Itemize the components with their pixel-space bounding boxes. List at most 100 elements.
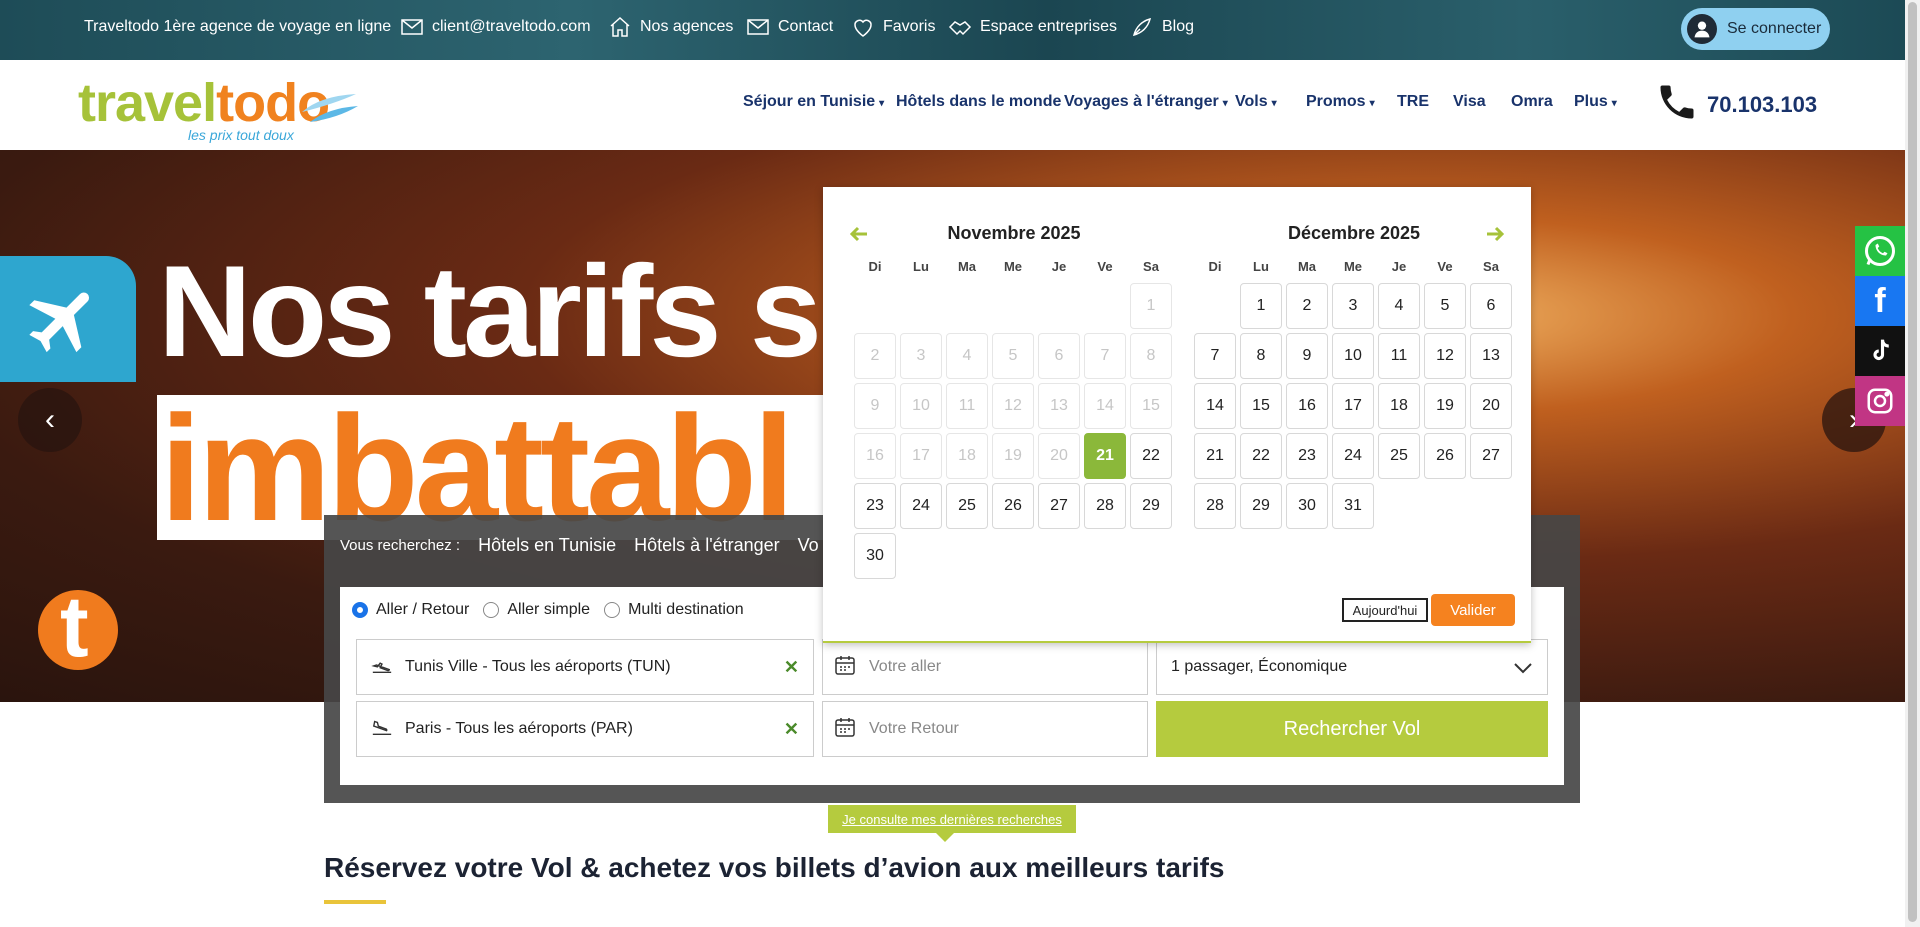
- today-button[interactable]: Aujourd'hui: [1342, 598, 1428, 622]
- calendar-day[interactable]: 24: [1332, 433, 1374, 479]
- chevron-down-icon: [1511, 656, 1535, 685]
- calendar-day[interactable]: 27: [1038, 483, 1080, 529]
- facebook-button[interactable]: f: [1855, 276, 1905, 326]
- calendar-day[interactable]: 24: [900, 483, 942, 529]
- hero-headline-1: Nos tarifs s: [158, 238, 822, 384]
- calendar-day[interactable]: 11: [1378, 333, 1420, 379]
- calendar-day[interactable]: 4: [1378, 283, 1420, 329]
- favorites-link[interactable]: Favoris: [851, 0, 935, 54]
- destination-field[interactable]: Paris - Tous les aéroports (PAR) ✕: [356, 701, 814, 757]
- calendar-day[interactable]: 8: [1240, 333, 1282, 379]
- calendar-day[interactable]: 29: [1240, 483, 1282, 529]
- calendar-day[interactable]: 21: [1084, 433, 1126, 479]
- whatsapp-button[interactable]: [1855, 226, 1905, 276]
- tab-hotels-etranger[interactable]: Hôtels à l'étranger: [634, 535, 780, 556]
- calendar-day[interactable]: 23: [854, 483, 896, 529]
- calendar-day[interactable]: 19: [1424, 383, 1466, 429]
- calendar-day: 14: [1084, 383, 1126, 429]
- calendar-day[interactable]: 5: [1424, 283, 1466, 329]
- search-submit-button[interactable]: Rechercher Vol: [1156, 701, 1548, 757]
- nav-visa[interactable]: Visa: [1453, 93, 1490, 111]
- calendar-day[interactable]: 25: [1378, 433, 1420, 479]
- calendar-day: 20: [1038, 433, 1080, 479]
- login-label: Se connecter: [1727, 20, 1822, 37]
- nav-vols[interactable]: Vols ▾: [1235, 93, 1277, 111]
- calendar-day[interactable]: 29: [1130, 483, 1172, 529]
- carousel-prev-button[interactable]: ‹: [18, 388, 82, 452]
- tiktok-button[interactable]: [1855, 326, 1905, 376]
- calendar-day[interactable]: 26: [992, 483, 1034, 529]
- calendar-day[interactable]: 21: [1194, 433, 1236, 479]
- nav-omra[interactable]: Omra: [1511, 93, 1557, 111]
- calendar-day[interactable]: 23: [1286, 433, 1328, 479]
- nav-tre[interactable]: TRE: [1397, 93, 1433, 111]
- agencies-link[interactable]: Nos agences: [608, 0, 733, 54]
- calendar-day: 1: [1130, 283, 1172, 329]
- calendar-day[interactable]: 25: [946, 483, 988, 529]
- radio-one-way[interactable]: [483, 602, 500, 618]
- nav-plus[interactable]: Plus ▾: [1574, 93, 1617, 111]
- calendar-day[interactable]: 7: [1194, 333, 1236, 379]
- calendar-day[interactable]: 2: [1286, 283, 1328, 329]
- calendar-day[interactable]: 3: [1332, 283, 1374, 329]
- calendar-day[interactable]: 28: [1194, 483, 1236, 529]
- calendar-day[interactable]: 1: [1240, 283, 1282, 329]
- email-link[interactable]: client@traveltodo.com: [400, 0, 591, 54]
- calendar-day[interactable]: 13: [1470, 333, 1512, 379]
- depart-date-input[interactable]: Votre aller: [822, 639, 1148, 695]
- blog-link[interactable]: Blog: [1130, 0, 1194, 54]
- recent-searches-link[interactable]: Je consulte mes dernières recherches: [828, 805, 1076, 833]
- instagram-button[interactable]: [1855, 376, 1905, 426]
- radio-round-trip[interactable]: [352, 602, 368, 618]
- business-link[interactable]: Espace entreprises: [948, 0, 1117, 54]
- nav-voyages-etranger[interactable]: Voyages à l'étranger ▾: [1064, 93, 1228, 111]
- clear-origin-icon[interactable]: ✕: [784, 657, 799, 678]
- calendar-day[interactable]: 10: [1332, 333, 1374, 379]
- caret-down-icon: ▾: [1271, 98, 1277, 109]
- home-icon: [608, 15, 632, 39]
- nav-sejour-tunisie[interactable]: Séjour en Tunisie ▾: [743, 93, 884, 111]
- calendar-day[interactable]: 26: [1424, 433, 1466, 479]
- page-scrollbar[interactable]: [1905, 0, 1920, 927]
- calendar-day[interactable]: 14: [1194, 383, 1236, 429]
- calendar-day: 17: [900, 433, 942, 479]
- calendar-day[interactable]: 22: [1240, 433, 1282, 479]
- weekday-label: Sa: [1483, 259, 1499, 274]
- calendar-day[interactable]: 31: [1332, 483, 1374, 529]
- phone-link[interactable]: 70.103.103: [1655, 80, 1817, 130]
- return-date-input[interactable]: Votre Retour: [822, 701, 1148, 757]
- scrollbar-thumb[interactable]: [1908, 2, 1917, 922]
- radio-label: Aller simple: [507, 601, 591, 618]
- calendar-day[interactable]: 15: [1240, 383, 1282, 429]
- nav-promos[interactable]: Promos ▾: [1306, 93, 1375, 111]
- return-placeholder: Votre Retour: [869, 720, 959, 737]
- calendar-day[interactable]: 20: [1470, 383, 1512, 429]
- nav-label: Séjour en Tunisie: [743, 93, 876, 110]
- logo[interactable]: traveltodo les prix tout doux: [78, 72, 358, 143]
- calendar-day: 16: [854, 433, 896, 479]
- clear-destination-icon[interactable]: ✕: [784, 719, 799, 740]
- passengers-select[interactable]: 1 passager, Économique: [1156, 639, 1548, 695]
- calendar-day[interactable]: 12: [1424, 333, 1466, 379]
- calendar-day[interactable]: 30: [1286, 483, 1328, 529]
- radio-multi-destination[interactable]: [604, 602, 621, 618]
- nav-hotels-monde[interactable]: Hôtels dans le monde: [896, 93, 1065, 111]
- origin-field[interactable]: Tunis Ville - Tous les aéroports (TUN) ✕: [356, 639, 814, 695]
- weekday-label: Je: [1391, 259, 1407, 274]
- calendar-day[interactable]: 9: [1286, 333, 1328, 379]
- calendar-day[interactable]: 16: [1286, 383, 1328, 429]
- radio-label: Aller / Retour: [376, 601, 470, 618]
- tab-hotels-tunisie[interactable]: Hôtels en Tunisie: [478, 535, 616, 556]
- validate-button[interactable]: Valider: [1431, 594, 1515, 626]
- calendar-day[interactable]: 28: [1084, 483, 1126, 529]
- calendar-day[interactable]: 27: [1470, 433, 1512, 479]
- calendar-day[interactable]: 18: [1378, 383, 1420, 429]
- calendar-day[interactable]: 22: [1130, 433, 1172, 479]
- calendar-day[interactable]: 17: [1332, 383, 1374, 429]
- mail-icon: [400, 15, 424, 39]
- login-button[interactable]: Se connecter: [1681, 8, 1830, 50]
- tab-vols[interactable]: Vo: [798, 535, 819, 556]
- calendar-day[interactable]: 6: [1470, 283, 1512, 329]
- contact-link[interactable]: Contact: [746, 0, 833, 54]
- calendar-day[interactable]: 30: [854, 533, 896, 579]
